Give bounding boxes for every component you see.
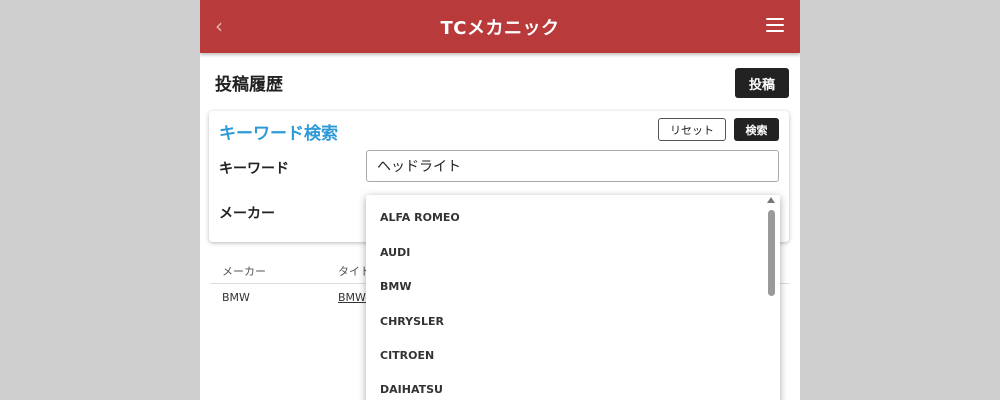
app-title: TCメカニック bbox=[440, 18, 560, 39]
app-window: ‹ TCメカニック 投稿履歴 投稿 キーワード検索 リセット 検索 キーワード … bbox=[200, 0, 800, 400]
app-header: ‹ TCメカニック bbox=[200, 0, 800, 53]
maker-dropdown-list[interactable]: ALFA ROMEO AUDI BMW CHRYSLER CITROEN DAI… bbox=[366, 195, 780, 400]
row-maker: BMW bbox=[222, 291, 250, 304]
page-title: 投稿履歴 bbox=[215, 75, 283, 95]
column-header-maker: メーカー bbox=[222, 265, 266, 278]
reset-button[interactable]: リセット bbox=[658, 118, 726, 141]
menu-bar bbox=[766, 24, 784, 26]
search-heading: キーワード検索 bbox=[219, 124, 338, 144]
dropdown-option[interactable]: CITROEN bbox=[380, 349, 760, 362]
menu-bar bbox=[766, 30, 784, 32]
dropdown-option[interactable]: CHRYSLER bbox=[380, 315, 760, 328]
dropdown-option[interactable]: BMW bbox=[380, 280, 760, 293]
dropdown-option[interactable]: ALFA ROMEO bbox=[380, 211, 760, 224]
maker-label: メーカー bbox=[219, 206, 275, 222]
keyword-input[interactable] bbox=[366, 150, 779, 182]
dropdown-option[interactable]: AUDI bbox=[380, 246, 760, 259]
keyword-label: キーワード bbox=[219, 161, 289, 177]
scroll-up-arrow-icon[interactable] bbox=[767, 197, 775, 203]
row-title-link[interactable]: BMW bbox=[338, 291, 366, 304]
dropdown-option[interactable]: DAIHATSU bbox=[380, 383, 760, 396]
search-button[interactable]: 検索 bbox=[734, 118, 779, 141]
post-button[interactable]: 投稿 bbox=[735, 68, 789, 98]
menu-bar bbox=[766, 18, 784, 20]
hamburger-menu-icon[interactable] bbox=[766, 18, 784, 32]
scrollbar-thumb[interactable] bbox=[768, 210, 775, 296]
